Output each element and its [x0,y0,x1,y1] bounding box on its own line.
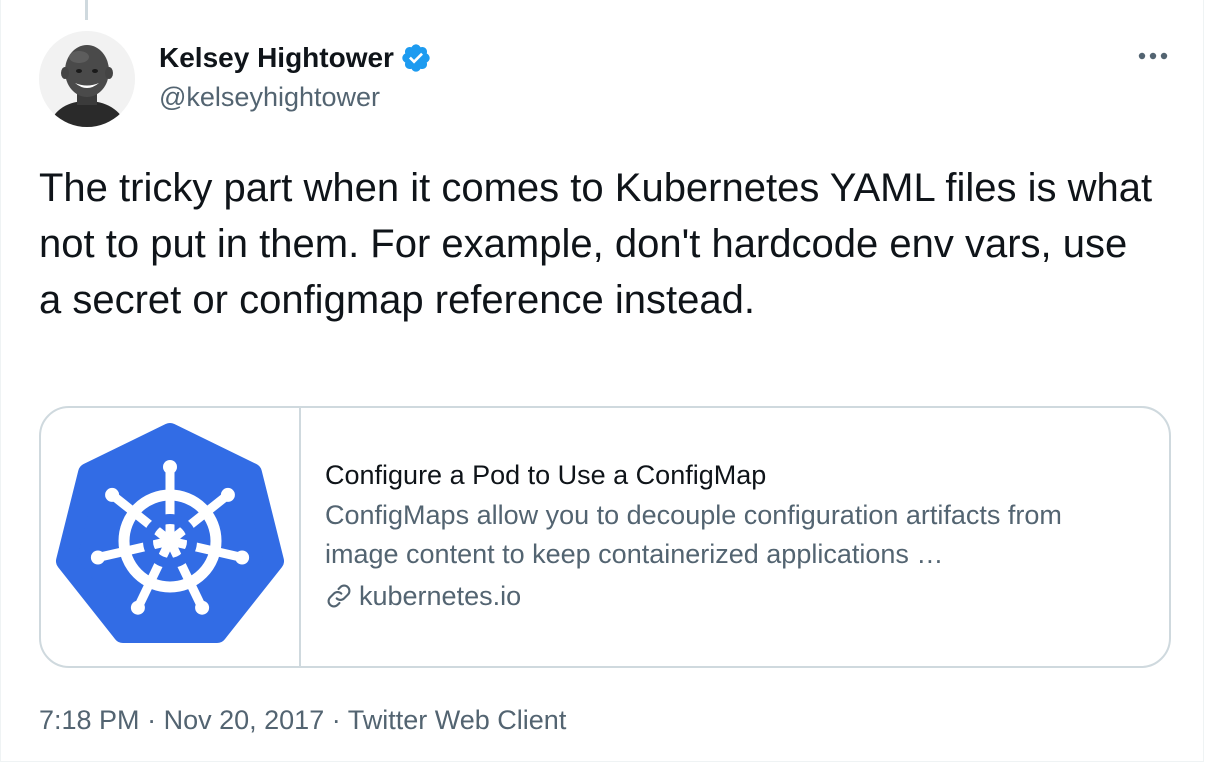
profile-photo-icon [39,31,135,127]
card-image [41,408,301,666]
author-avatar[interactable] [39,31,135,127]
meta-separator: · [147,705,157,735]
more-dots-icon [1138,52,1168,60]
tweet-metadata: 7:18 PM · Nov 20, 2017 · Twitter Web Cli… [39,700,566,740]
card-domain: kubernetes.io [359,581,522,611]
card-description: ConfigMaps allow you to decouple configu… [325,500,1062,569]
more-options-button[interactable] [1131,38,1175,74]
author-info: Kelsey Hightower @kelseyhightower [159,38,432,116]
link-preview-card[interactable]: Configure a Pod to Use a ConfigMap Confi… [39,406,1171,668]
verified-badge-icon [400,42,432,74]
card-title: Configure a Pod to Use a ConfigMap [325,460,767,490]
tweet-date[interactable]: Nov 20, 2017 [164,705,325,735]
author-display-name[interactable]: Kelsey Hightower [159,42,394,74]
author-name-row: Kelsey Hightower [159,38,432,78]
tweet-time[interactable]: 7:18 PM [39,705,140,735]
tweet-client: Twitter Web Client [347,705,567,735]
kubernetes-logo-icon [56,423,284,643]
link-icon [327,584,351,608]
card-domain-row: kubernetes.io [325,574,1105,618]
tweet-container: Kelsey Hightower @kelseyhightower The tr… [0,0,1204,762]
tweet-text: The tricky part when it comes to Kuberne… [39,166,1153,322]
thread-connector-line [85,0,88,20]
meta-separator: · [331,705,341,735]
author-handle[interactable]: @kelseyhightower [159,78,432,116]
card-details: Configure a Pod to Use a ConfigMap Confi… [301,408,1105,666]
